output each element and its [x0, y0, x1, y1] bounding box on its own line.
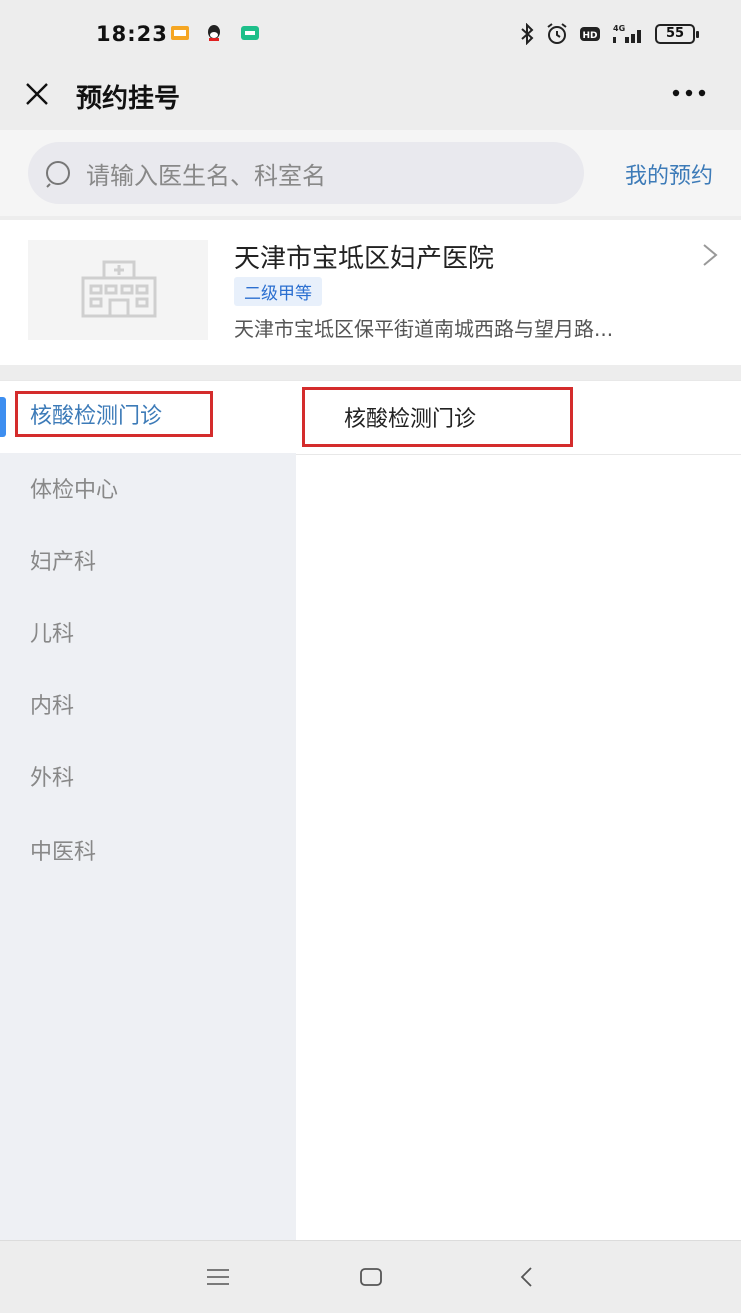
sidebar-item-label: 儿科: [30, 622, 75, 647]
sidebar-item-internal-medicine[interactable]: 内科: [0, 671, 296, 743]
sidebar-item-nucleic-acid[interactable]: 核酸检测门诊: [0, 381, 296, 453]
chevron-right-icon: [703, 244, 718, 266]
sidebar-item-label: 体检中心: [30, 478, 119, 503]
status-bar: 18:23 HD 4G 55: [0, 0, 741, 68]
search-row: 请输入医生名、科室名 我的预约: [0, 130, 741, 216]
bluetooth-icon: [521, 23, 534, 45]
hospital-card[interactable]: 天津市宝坻区妇产医院 二级甲等 天津市宝坻区保平街道南城西路与望月路...: [0, 220, 741, 365]
sidebar-item-label: 妇产科: [30, 550, 97, 575]
home-icon[interactable]: [358, 1265, 384, 1289]
alarm-icon: [547, 23, 567, 44]
svg-text:4G: 4G: [613, 24, 625, 33]
highlight-box: [15, 391, 213, 437]
department-content: 核酸检测门诊: [296, 381, 741, 1241]
signal-4g-icon: 4G: [613, 24, 641, 43]
active-indicator: [0, 397, 6, 437]
sidebar-item-label: 外科: [30, 766, 75, 791]
search-placeholder: 请输入医生名、科室名: [86, 162, 326, 190]
hospital-address: 天津市宝坻区保平街道南城西路与望月路...: [234, 317, 614, 341]
department-sidebar: 核酸检测门诊 体检中心 妇产科 儿科 内科 外科 中医科: [0, 381, 296, 1241]
sidebar-item-surgery[interactable]: 外科: [0, 743, 296, 815]
status-icons: HD 4G 55: [519, 22, 699, 46]
battery-icon: 55: [655, 24, 699, 44]
app-notification-icon: [241, 26, 259, 40]
hd-icon: HD: [580, 27, 600, 41]
more-icon[interactable]: [671, 88, 707, 98]
department-area: 核酸检测门诊 体检中心 妇产科 儿科 内科 外科 中医科 核酸检测门诊: [0, 380, 741, 1241]
content-header[interactable]: 核酸检测门诊: [296, 381, 741, 455]
sidebar-item-label: 中医科: [30, 840, 97, 865]
sidebar-item-obstetrics[interactable]: 妇产科: [0, 527, 296, 599]
sidebar-item-tcm[interactable]: 中医科: [0, 817, 296, 889]
highlight-box: [302, 387, 573, 447]
search-input[interactable]: 请输入医生名、科室名: [28, 142, 584, 204]
back-icon[interactable]: [515, 1265, 541, 1289]
title-bar: 预约挂号: [0, 68, 741, 130]
menu-icon[interactable]: [205, 1265, 231, 1289]
svg-text:HD: HD: [582, 31, 597, 41]
hospital-thumbnail: [28, 240, 208, 340]
status-time: 18:23: [96, 22, 168, 46]
system-nav-bar: [0, 1240, 741, 1313]
search-icon: [46, 161, 70, 188]
message-notification-icon: [171, 26, 189, 40]
page-title: 预约挂号: [76, 84, 181, 114]
qq-icon: [208, 25, 220, 41]
hospital-grade-badge: 二级甲等: [234, 277, 322, 306]
hospital-name: 天津市宝坻区妇产医院: [234, 244, 495, 274]
sidebar-item-physical-exam[interactable]: 体检中心: [0, 455, 296, 527]
sidebar-item-pediatrics[interactable]: 儿科: [0, 599, 296, 671]
sidebar-item-label: 内科: [30, 694, 75, 719]
hospital-building-icon: [81, 260, 157, 318]
close-icon[interactable]: [24, 81, 50, 107]
my-booking-link[interactable]: 我的预约: [625, 158, 713, 190]
